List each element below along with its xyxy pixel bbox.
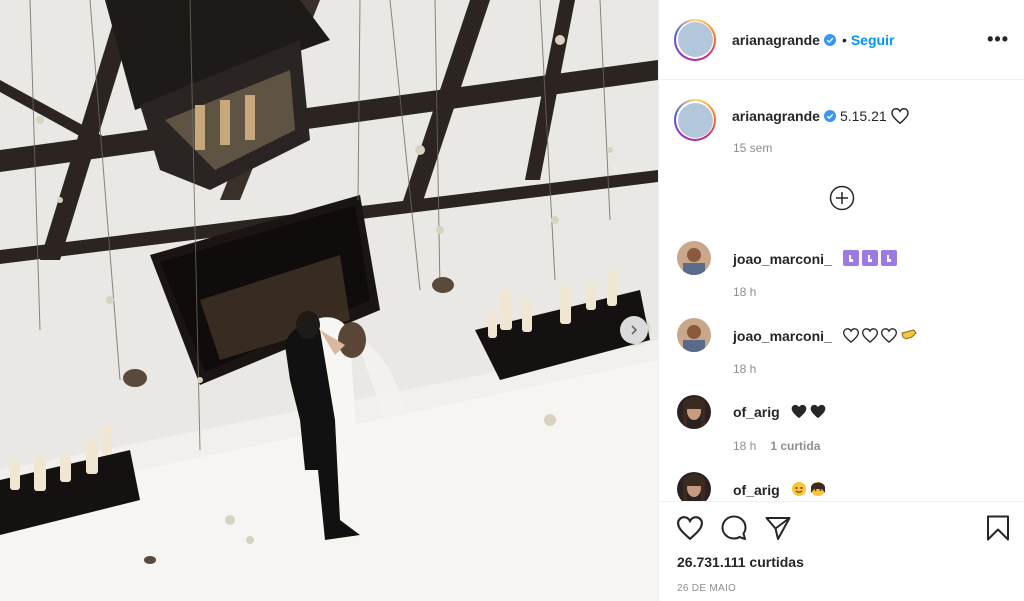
caption-body: 5.15.21 [839,108,887,124]
chevron-right-icon [631,325,638,335]
bookmark-icon[interactable] [985,515,1011,541]
comment-body: joao_marconi_ [733,250,897,267]
hand-emoji-icon [861,250,878,266]
face-emoji-icon [810,482,825,496]
comment-time: 18 h [733,285,757,299]
hand-emoji-icon [880,250,897,266]
comment-likes[interactable]: 1 curtida [770,439,820,453]
comment-body: of_arig [733,404,826,420]
verified-icon [823,110,836,122]
pinch-hand-emoji-icon [901,329,917,340]
comment-meta: 18 h [733,362,756,376]
comment-body: of_arig [733,481,826,498]
caption-text: arianagrande 5.15.21 [732,108,909,141]
caption-avatar[interactable] [674,99,716,141]
post-header: arianagrande • Seguir ••• [659,0,1024,80]
comment-avatar[interactable] [677,318,711,352]
heart-icon[interactable] [677,515,703,541]
comment-avatar[interactable] [677,241,711,275]
comment-body: joao_marconi_ [733,327,918,344]
post-date: 26 DE MAIO [677,583,737,594]
caption-username[interactable]: arianagrande [732,108,820,124]
comment-username[interactable]: of_arig [733,404,780,420]
avatar-image [677,472,711,501]
avatar-image [677,318,711,352]
face-emoji-icon [791,482,806,496]
heart-outline-emoji-icon [861,328,878,343]
hand-emoji-icon [842,250,859,266]
comment-time: 18 h [733,362,757,376]
comment-username[interactable]: joao_marconi_ [733,328,832,344]
follow-button[interactable]: Seguir [851,32,895,48]
comment-avatar[interactable] [677,395,711,429]
comment-username[interactable]: of_arig [733,482,780,498]
comment-meta: 18 h 1 curtida [733,439,820,453]
heart-outline-emoji-icon [880,328,897,343]
post-side-panel: arianagrande • Seguir ••• arianagrande 5.… [658,0,1024,601]
post-actions: 26.731.111 curtidas 26 DE MAIO [659,501,1024,601]
comment-avatar[interactable] [677,472,711,501]
comments-list[interactable]: arianagrande 5.15.21 15 sem joao_marconi_… [659,81,1024,501]
likes-count[interactable]: 26.731.111 curtidas [677,554,804,570]
separator-dot: • [841,31,847,48]
post-photo[interactable] [0,0,658,601]
avatar-image [677,395,711,429]
comment-icon[interactable] [721,515,747,541]
wedding-photo-image [0,0,658,601]
avatar-image [677,22,713,57]
share-icon[interactable] [765,515,791,541]
comment-meta: 18 h [733,285,756,299]
avatar-image [677,241,711,275]
black-heart-emoji-icon [791,404,806,419]
comment-username[interactable]: joao_marconi_ [733,251,832,267]
avatar-inner [676,101,714,139]
comment-time: 18 h [733,439,757,453]
author-avatar[interactable] [674,18,716,61]
author-username[interactable]: arianagrande [732,32,820,48]
next-photo-button[interactable] [620,316,648,344]
more-options-icon[interactable]: ••• [987,30,1009,48]
heart-icon[interactable] [890,108,909,124]
caption: arianagrande 5.15.21 [674,99,909,141]
avatar-image [677,102,713,138]
avatar-inner [676,20,714,59]
heart-outline-emoji-icon [842,328,859,343]
verified-icon [823,33,836,46]
plus-circle-icon[interactable] [829,185,855,211]
black-heart-emoji-icon [810,404,825,419]
caption-timestamp: 15 sem [733,141,773,155]
